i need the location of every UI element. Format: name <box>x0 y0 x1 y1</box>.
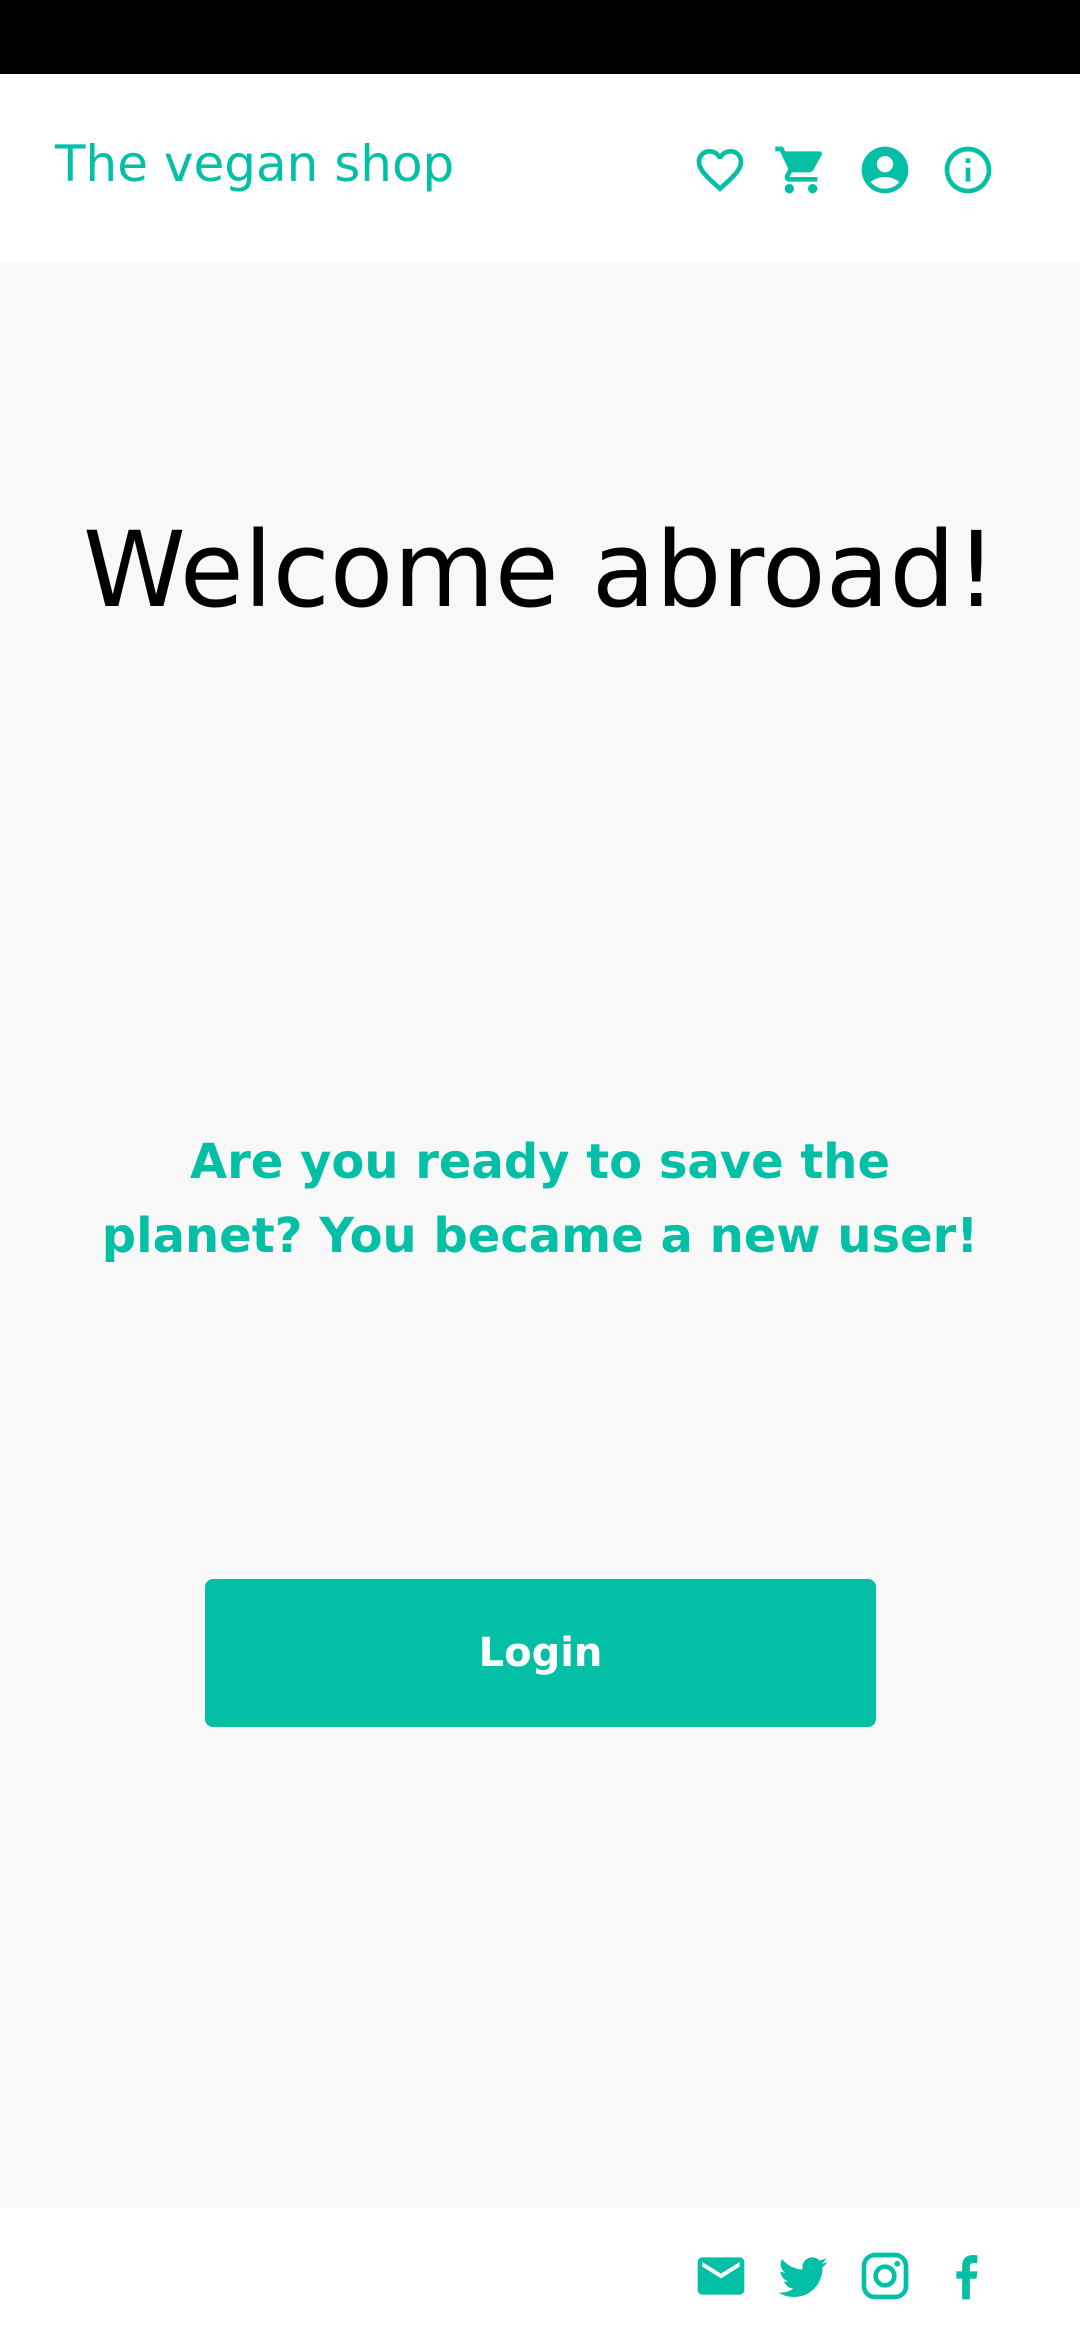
account-icon[interactable] <box>857 142 913 198</box>
twitter-icon[interactable] <box>775 2248 831 2304</box>
info-icon[interactable] <box>940 142 996 198</box>
facebook-icon[interactable] <box>940 2248 996 2304</box>
instagram-icon[interactable] <box>857 2248 913 2304</box>
footer <box>0 2208 1080 2340</box>
favorite-icon[interactable] <box>692 142 748 198</box>
status-bar <box>0 0 1080 74</box>
app-header: The vegan shop <box>0 74 1080 262</box>
mail-icon[interactable] <box>693 2248 749 2304</box>
welcome-subtitle: Are you ready to save the planet? You be… <box>101 1134 979 1264</box>
login-button[interactable]: Login <box>205 1579 876 1727</box>
shop-title: The vegan shop <box>55 135 455 193</box>
welcome-heading: Welcome abroad! <box>82 509 998 631</box>
cart-icon[interactable] <box>773 142 829 198</box>
